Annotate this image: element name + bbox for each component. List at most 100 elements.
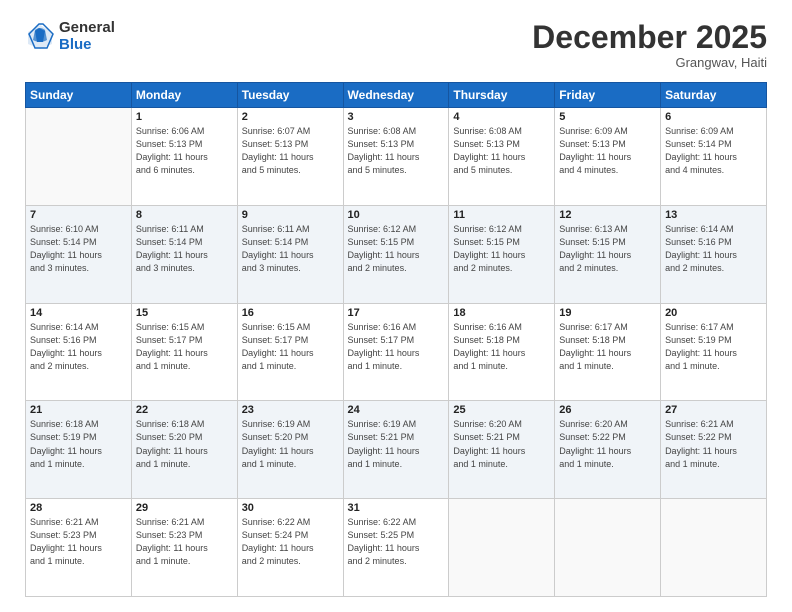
day-number: 24 [348,404,445,416]
calendar-week-3: 14 Sunrise: 6:14 AM Sunset: 5:16 PM Dayli… [26,303,767,401]
calendar-week-5: 28Sunrise: 6:21 AM Sunset: 5:23 PM Dayli… [26,499,767,597]
calendar-cell: 12Sunrise: 6:13 AM Sunset: 5:15 PM Dayli… [555,205,661,303]
day-info: Sunrise: 6:17 AM Sunset: 5:19 PM Dayligh… [665,321,762,373]
header: General Blue December 2025 Grangwav, Hai… [25,20,767,70]
day-number: 31 [348,502,445,514]
calendar-cell: 14 Sunrise: 6:14 AM Sunset: 5:16 PM Dayli… [26,303,132,401]
col-wednesday: Wednesday [343,83,449,108]
calendar-cell: 23Sunrise: 6:19 AM Sunset: 5:20 PM Dayli… [237,401,343,499]
day-number: 1 [136,111,233,123]
calendar-week-1: 1 Sunrise: 6:06 AM Sunset: 5:13 PM Daylig… [26,108,767,206]
col-friday: Friday [555,83,661,108]
day-info: Sunrise: 6:18 AM Sunset: 5:19 PM Dayligh… [30,418,127,470]
day-number: 17 [348,307,445,319]
day-info: Sunrise: 6:15 AM Sunset: 5:17 PM Dayligh… [242,321,339,373]
day-number: 12 [559,209,656,221]
col-saturday: Saturday [661,83,767,108]
day-number: 23 [242,404,339,416]
day-number: 18 [453,307,550,319]
day-number: 14 [30,307,127,319]
col-tuesday: Tuesday [237,83,343,108]
logo-general-text: General [59,20,115,37]
day-info: Sunrise: 6:08 AM Sunset: 5:13 PM Dayligh… [453,125,550,177]
day-info: Sunrise: 6:14 AM Sunset: 5:16 PM Dayligh… [30,321,127,373]
day-info: Sunrise: 6:16 AM Sunset: 5:17 PM Dayligh… [348,321,445,373]
calendar-cell: 10 Sunrise: 6:12 AM Sunset: 5:15 PM Dayli… [343,205,449,303]
logo-blue-text: Blue [59,37,115,54]
day-number: 2 [242,111,339,123]
day-info: Sunrise: 6:20 AM Sunset: 5:22 PM Dayligh… [559,418,656,470]
calendar-cell: 15Sunrise: 6:15 AM Sunset: 5:17 PM Dayli… [131,303,237,401]
day-number: 30 [242,502,339,514]
logo: General Blue [25,20,115,53]
day-info: Sunrise: 6:08 AM Sunset: 5:13 PM Dayligh… [348,125,445,177]
day-number: 10 [348,209,445,221]
calendar-cell: 25Sunrise: 6:20 AM Sunset: 5:21 PM Dayli… [449,401,555,499]
page: General Blue December 2025 Grangwav, Hai… [0,0,792,612]
day-info: Sunrise: 6:14 AM Sunset: 5:16 PM Dayligh… [665,223,762,275]
calendar-cell: 7 Sunrise: 6:10 AM Sunset: 5:14 PM Daylig… [26,205,132,303]
calendar-cell: 1 Sunrise: 6:06 AM Sunset: 5:13 PM Daylig… [131,108,237,206]
calendar-cell: 27 Sunrise: 6:21 AM Sunset: 5:22 PM Dayli… [661,401,767,499]
col-monday: Monday [131,83,237,108]
day-number: 8 [136,209,233,221]
calendar-cell: 5 Sunrise: 6:09 AM Sunset: 5:13 PM Daylig… [555,108,661,206]
col-thursday: Thursday [449,83,555,108]
calendar-cell: 16 Sunrise: 6:15 AM Sunset: 5:17 PM Dayli… [237,303,343,401]
day-number: 25 [453,404,550,416]
day-info: Sunrise: 6:09 AM Sunset: 5:14 PM Dayligh… [665,125,762,177]
calendar-cell [555,499,661,597]
calendar-cell: 21 Sunrise: 6:18 AM Sunset: 5:19 PM Dayli… [26,401,132,499]
day-number: 11 [453,209,550,221]
calendar-cell: 30Sunrise: 6:22 AM Sunset: 5:24 PM Dayli… [237,499,343,597]
calendar-table: Sunday Monday Tuesday Wednesday Thursday… [25,82,767,597]
day-number: 27 [665,404,762,416]
location-subtitle: Grangwav, Haiti [532,55,767,70]
day-number: 9 [242,209,339,221]
day-number: 6 [665,111,762,123]
day-info: Sunrise: 6:12 AM Sunset: 5:15 PM Dayligh… [453,223,550,275]
day-number: 20 [665,307,762,319]
day-number: 29 [136,502,233,514]
day-number: 7 [30,209,127,221]
day-number: 13 [665,209,762,221]
day-info: Sunrise: 6:07 AM Sunset: 5:13 PM Dayligh… [242,125,339,177]
day-number: 5 [559,111,656,123]
day-info: Sunrise: 6:21 AM Sunset: 5:23 PM Dayligh… [30,516,127,568]
day-info: Sunrise: 6:12 AM Sunset: 5:15 PM Dayligh… [348,223,445,275]
logo-icon [25,22,55,52]
calendar-cell: 26 Sunrise: 6:20 AM Sunset: 5:22 PM Dayli… [555,401,661,499]
day-number: 26 [559,404,656,416]
calendar-cell: 2 Sunrise: 6:07 AM Sunset: 5:13 PM Daylig… [237,108,343,206]
day-number: 15 [136,307,233,319]
day-info: Sunrise: 6:21 AM Sunset: 5:23 PM Dayligh… [136,516,233,568]
day-info: Sunrise: 6:11 AM Sunset: 5:14 PM Dayligh… [242,223,339,275]
calendar-cell: 4 Sunrise: 6:08 AM Sunset: 5:13 PM Daylig… [449,108,555,206]
calendar-cell: 9 Sunrise: 6:11 AM Sunset: 5:14 PM Daylig… [237,205,343,303]
calendar-cell: 13 Sunrise: 6:14 AM Sunset: 5:16 PM Dayli… [661,205,767,303]
day-info: Sunrise: 6:06 AM Sunset: 5:13 PM Dayligh… [136,125,233,177]
day-info: Sunrise: 6:10 AM Sunset: 5:14 PM Dayligh… [30,223,127,275]
calendar-cell: 8 Sunrise: 6:11 AM Sunset: 5:14 PM Daylig… [131,205,237,303]
calendar-cell [26,108,132,206]
month-title: December 2025 [532,20,767,55]
day-info: Sunrise: 6:17 AM Sunset: 5:18 PM Dayligh… [559,321,656,373]
calendar-cell: 28Sunrise: 6:21 AM Sunset: 5:23 PM Dayli… [26,499,132,597]
day-number: 21 [30,404,127,416]
calendar-cell: 11 Sunrise: 6:12 AM Sunset: 5:15 PM Dayli… [449,205,555,303]
day-info: Sunrise: 6:21 AM Sunset: 5:22 PM Dayligh… [665,418,762,470]
day-info: Sunrise: 6:16 AM Sunset: 5:18 PM Dayligh… [453,321,550,373]
day-info: Sunrise: 6:09 AM Sunset: 5:13 PM Dayligh… [559,125,656,177]
day-number: 22 [136,404,233,416]
day-info: Sunrise: 6:18 AM Sunset: 5:20 PM Dayligh… [136,418,233,470]
calendar-cell: 19 Sunrise: 6:17 AM Sunset: 5:18 PM Dayli… [555,303,661,401]
calendar-cell: 6 Sunrise: 6:09 AM Sunset: 5:14 PM Daylig… [661,108,767,206]
calendar-cell: 17 Sunrise: 6:16 AM Sunset: 5:17 PM Dayli… [343,303,449,401]
day-number: 19 [559,307,656,319]
logo-text: General Blue [59,20,115,53]
day-info: Sunrise: 6:11 AM Sunset: 5:14 PM Dayligh… [136,223,233,275]
day-number: 16 [242,307,339,319]
day-info: Sunrise: 6:22 AM Sunset: 5:25 PM Dayligh… [348,516,445,568]
calendar-week-2: 7 Sunrise: 6:10 AM Sunset: 5:14 PM Daylig… [26,205,767,303]
day-number: 4 [453,111,550,123]
